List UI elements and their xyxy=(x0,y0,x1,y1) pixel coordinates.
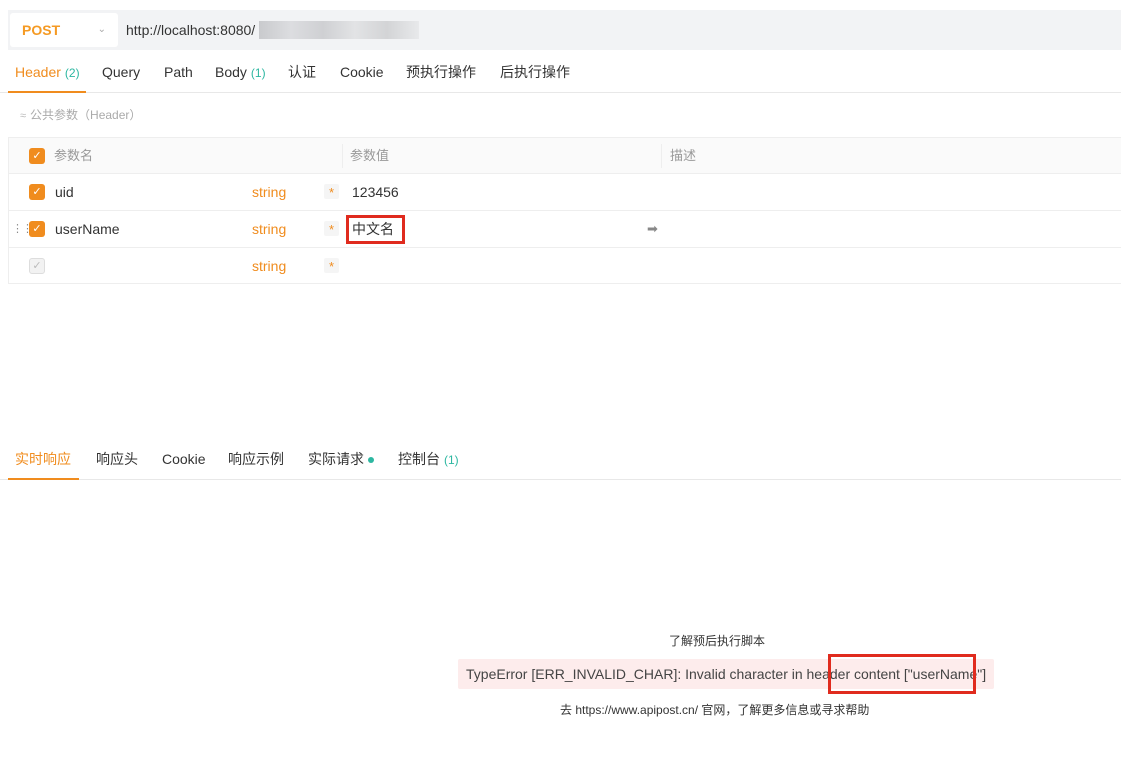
param-type-select[interactable]: string xyxy=(252,248,286,284)
param-type-select[interactable]: string xyxy=(252,211,286,247)
status-dot xyxy=(368,457,374,464)
param-type-select[interactable]: string xyxy=(252,174,286,210)
highlight-box xyxy=(346,215,405,244)
highlight-box xyxy=(828,654,976,694)
tab-body[interactable]: Body (1) xyxy=(215,52,266,93)
tab-query[interactable]: Query xyxy=(102,52,140,92)
method-label: POST xyxy=(22,22,61,38)
row-checkbox[interactable]: ✓ xyxy=(29,221,45,237)
table-header-row: ✓ 参数名 参数值 描述 xyxy=(9,138,1121,174)
response-tabs: 实时响应 响应头 Cookie 响应示例 实际请求 控制台 (1) xyxy=(0,440,1121,480)
tab-auth[interactable]: 认证 xyxy=(288,52,316,92)
column-header-description: 描述 xyxy=(670,148,697,163)
column-header-name: 参数名 xyxy=(54,148,94,163)
tab-response-example[interactable]: 响应示例 xyxy=(228,440,284,479)
select-all-checkbox[interactable]: ✓ xyxy=(29,148,45,164)
column-divider xyxy=(661,144,662,168)
tab-post-request[interactable]: 后执行操作 xyxy=(500,52,570,92)
help-text: 去 https://www.apipost.cn/ 官网，了解更多信息或寻求帮助 xyxy=(560,703,870,717)
table-row: ⋮⋮ ✓ userName string * 中文名 ➡ xyxy=(9,211,1121,248)
column-divider xyxy=(342,144,343,168)
url-input[interactable]: http://localhost:8080/ xyxy=(126,10,255,50)
param-value-input[interactable]: 123456 xyxy=(352,174,399,210)
tab-console[interactable]: 控制台 (1) xyxy=(398,440,459,480)
row-checkbox[interactable]: ✓ xyxy=(29,184,45,200)
table-row: ✓ uid string * 123456 xyxy=(9,174,1121,211)
tab-header[interactable]: Header (2) xyxy=(15,52,80,93)
required-toggle[interactable]: * xyxy=(324,258,339,274)
redacted-url-segment xyxy=(259,21,419,39)
url-bar: POST ⌄ http://localhost:8080/ xyxy=(8,10,1121,50)
tab-actual-request[interactable]: 实际请求 xyxy=(308,440,374,479)
chevron-down-icon: ⌄ xyxy=(97,24,106,35)
mock-value-icon[interactable]: ➡ xyxy=(647,211,658,247)
param-name-input[interactable]: uid xyxy=(55,174,74,210)
method-select[interactable]: POST ⌄ xyxy=(10,13,118,47)
eye-closed-icon: ≈ xyxy=(20,110,27,122)
tab-pre-request[interactable]: 预执行操作 xyxy=(406,52,476,92)
table-row: ✓ string * xyxy=(9,248,1121,285)
public-params-toggle[interactable]: ≈ 公共参数（Header） xyxy=(20,106,141,123)
active-tab-indicator xyxy=(8,91,86,93)
tab-path[interactable]: Path xyxy=(164,52,193,92)
tab-response-cookie[interactable]: Cookie xyxy=(162,440,206,479)
required-toggle[interactable]: * xyxy=(324,221,339,237)
tab-cookie[interactable]: Cookie xyxy=(340,52,384,92)
public-params-label: 公共参数（Header） xyxy=(30,108,142,122)
active-tab-indicator xyxy=(8,478,79,480)
header-params-table: ✓ 参数名 参数值 描述 ✓ uid string * 123456 ⋮⋮ ✓ … xyxy=(8,137,1121,284)
learn-scripts-link[interactable]: 了解预后执行脚本 xyxy=(669,632,765,649)
tab-response-headers[interactable]: 响应头 xyxy=(96,440,138,479)
required-toggle[interactable]: * xyxy=(324,184,339,200)
row-checkbox[interactable]: ✓ xyxy=(29,258,45,274)
column-header-value: 参数值 xyxy=(350,148,390,163)
tab-live-response[interactable]: 实时响应 xyxy=(15,440,71,479)
request-tabs: Header (2) Query Path Body (1) 认证 Cookie 预… xyxy=(0,52,1121,93)
param-name-input[interactable]: userName xyxy=(55,211,120,247)
